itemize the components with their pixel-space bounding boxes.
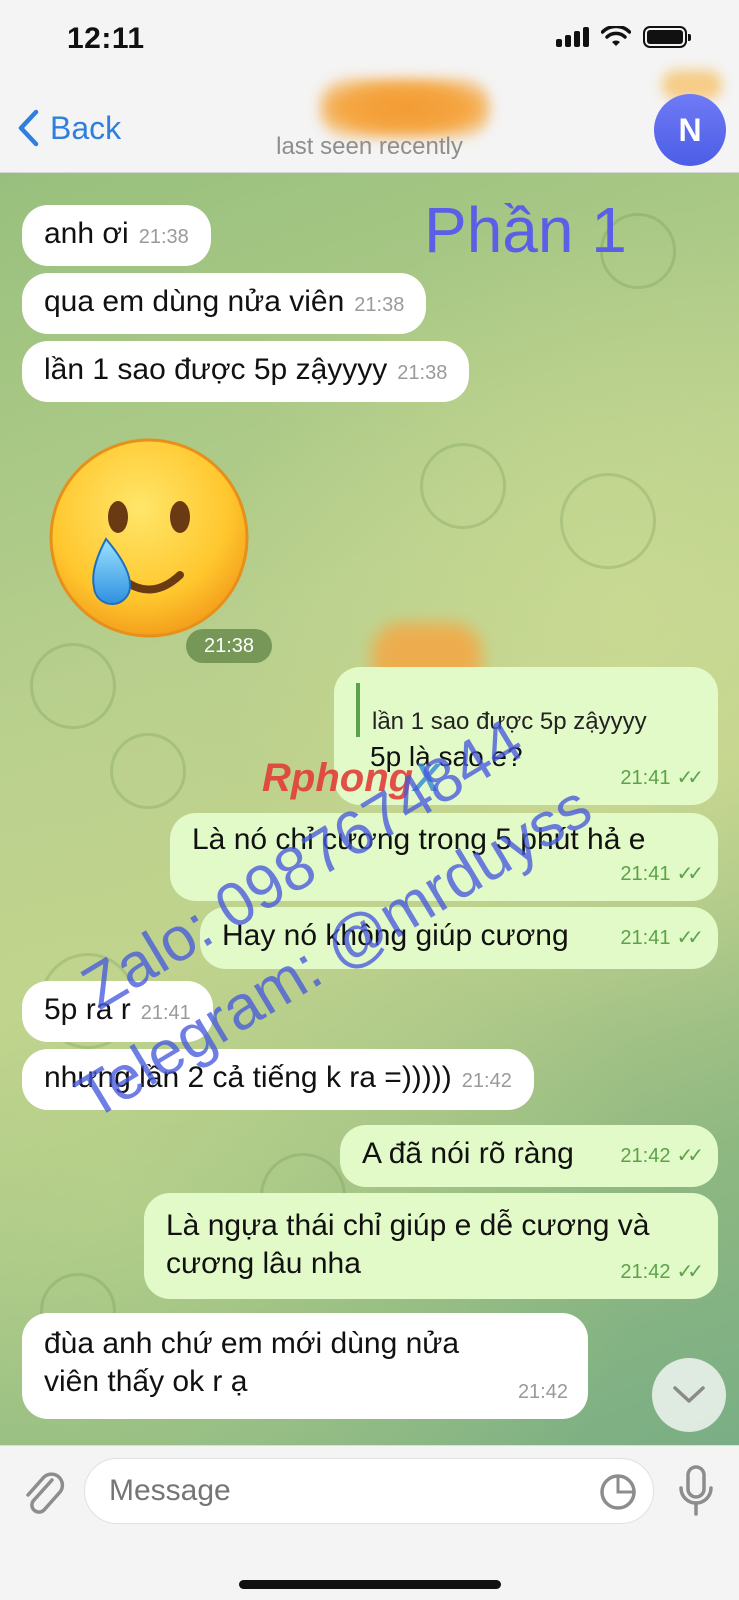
message-text: anh ơi bbox=[44, 217, 129, 250]
status-time: 12:11 bbox=[67, 22, 145, 55]
wallpaper-doodle bbox=[30, 643, 116, 729]
message-time: 21:42 bbox=[620, 1261, 671, 1283]
message-time: 21:41 bbox=[620, 863, 671, 885]
reply-preview[interactable]: lần 1 sao được 5p zậyyyy bbox=[356, 683, 696, 737]
message-meta: 21:42 ✓✓ bbox=[620, 1134, 703, 1175]
message-incoming[interactable]: lần 1 sao được 5p zậyyyy 21:38 bbox=[22, 341, 470, 402]
telegram-chat-screen: 12:11 Back last seen recently N Phần 1 a… bbox=[0, 0, 739, 1600]
message-incoming[interactable]: qua em dùng nửa viên 21:38 bbox=[22, 273, 427, 334]
read-ticks-icon: ✓✓ bbox=[676, 1145, 703, 1167]
message-time: 21:38 bbox=[354, 294, 405, 316]
message-text: Là ngựa thái chỉ giúp e dễ cương và cươn… bbox=[166, 1209, 650, 1280]
read-ticks-icon: ✓✓ bbox=[676, 1261, 703, 1283]
message-incoming[interactable]: đùa anh chứ em mới dùng nửa viên thấy ok… bbox=[22, 1313, 588, 1419]
wallpaper-doodle bbox=[110, 733, 186, 809]
wallpaper-doodle bbox=[420, 443, 506, 529]
chat-header: 12:11 Back last seen recently N bbox=[0, 0, 739, 173]
sticker-time: 21:38 bbox=[186, 629, 272, 663]
read-ticks-icon: ✓✓ bbox=[676, 927, 703, 949]
message-input[interactable] bbox=[84, 1458, 654, 1524]
message-meta: 21:42 ✓✓ bbox=[620, 1250, 703, 1291]
message-time: 21:41 bbox=[620, 927, 671, 949]
reply-sender bbox=[372, 683, 696, 707]
last-seen-status: last seen recently bbox=[276, 133, 463, 160]
wallpaper-doodle bbox=[560, 473, 656, 569]
message-time: 21:38 bbox=[138, 226, 189, 248]
contact-avatar[interactable]: N bbox=[654, 94, 726, 166]
status-icons bbox=[556, 26, 691, 48]
message-meta: 21:41 ✓✓ bbox=[620, 916, 703, 957]
home-indicator bbox=[239, 1580, 501, 1589]
message-time: 21:38 bbox=[397, 362, 448, 384]
paperclip-attach-icon[interactable] bbox=[22, 1468, 66, 1518]
redacted-chat-name[interactable] bbox=[320, 78, 490, 138]
chevron-down-icon bbox=[673, 1386, 705, 1403]
message-time: 21:42 bbox=[517, 1381, 568, 1403]
message-incoming[interactable]: anh ơi 21:38 bbox=[22, 205, 211, 266]
message-meta: 21:41 ✓✓ bbox=[620, 756, 703, 797]
part-label-overlay: Phần 1 bbox=[424, 194, 627, 266]
cellular-signal-icon bbox=[556, 27, 589, 47]
scroll-to-bottom-button[interactable] bbox=[652, 1358, 726, 1432]
message-meta: 21:41 ✓✓ bbox=[620, 852, 703, 893]
message-time: 21:42 bbox=[461, 1070, 512, 1092]
smiling-tear-sticker[interactable] bbox=[46, 435, 252, 641]
read-ticks-icon: ✓✓ bbox=[676, 863, 703, 885]
wifi-icon bbox=[601, 26, 631, 46]
read-ticks-icon: ✓✓ bbox=[676, 767, 703, 789]
message-text: lần 1 sao được 5p zậyyyy bbox=[44, 353, 388, 386]
message-time: 21:41 bbox=[620, 767, 671, 789]
battery-icon bbox=[643, 26, 691, 48]
message-list[interactable]: Phần 1 anh ơi 21:38 qua em dùng nửa viên 2… bbox=[0, 173, 739, 1445]
message-text: đùa anh chứ em mới dùng nửa viên thấy ok… bbox=[44, 1327, 460, 1398]
message-text: A đã nói rõ ràng bbox=[362, 1137, 574, 1170]
message-text: qua em dùng nửa viên bbox=[44, 285, 345, 318]
microphone-icon[interactable] bbox=[678, 1464, 714, 1518]
reply-text: lần 1 sao được 5p zậyyyy bbox=[372, 708, 647, 735]
sticker-emoji-icon[interactable] bbox=[598, 1472, 638, 1512]
message-composer bbox=[0, 1445, 739, 1600]
message-time: 21:42 bbox=[620, 1145, 671, 1167]
message-outgoing[interactable]: Là ngựa thái chỉ giúp e dễ cương và cươn… bbox=[144, 1193, 718, 1299]
message-outgoing[interactable]: A đã nói rõ ràng 21:42 ✓✓ bbox=[340, 1125, 718, 1187]
